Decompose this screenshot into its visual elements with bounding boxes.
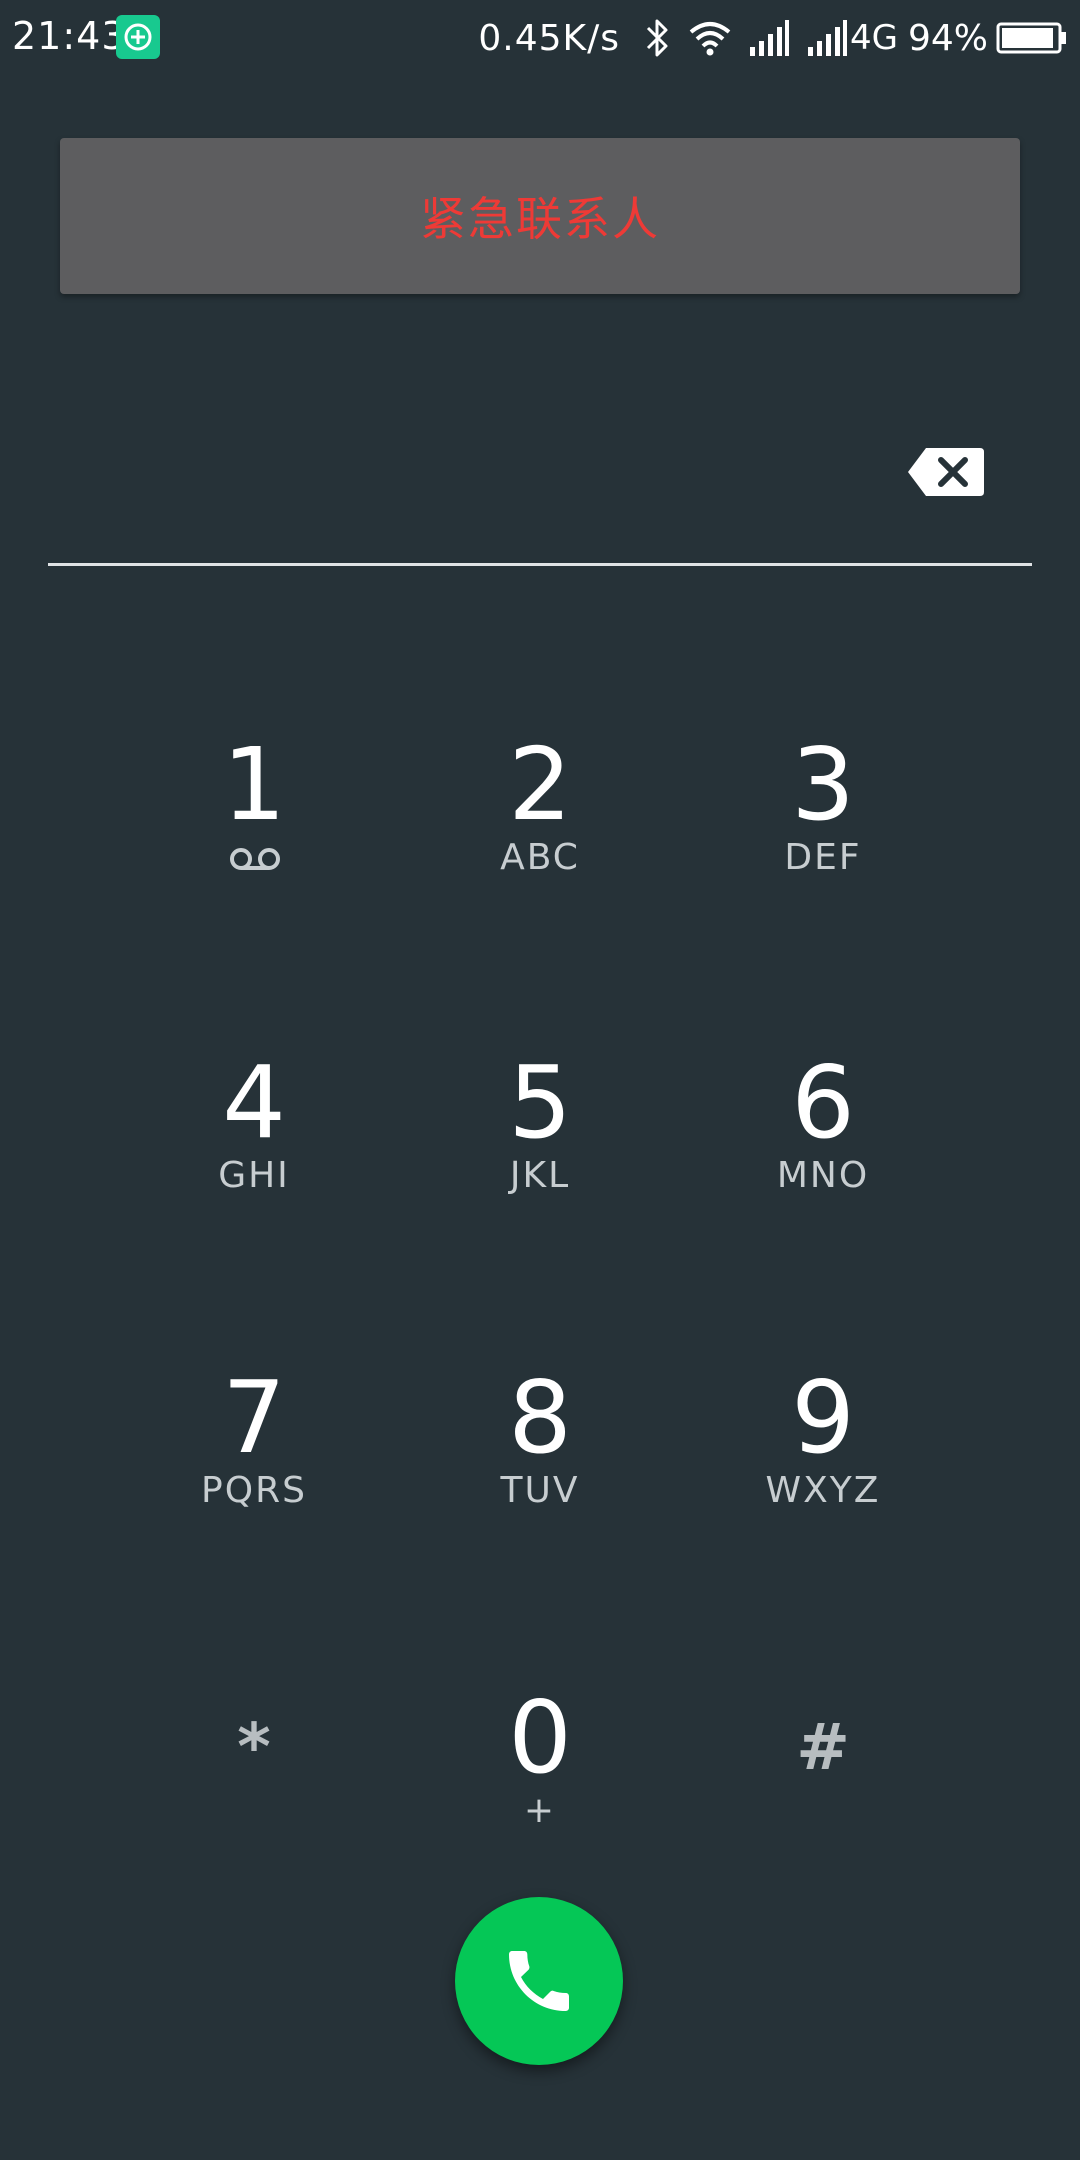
key-letters: DEF — [784, 837, 862, 878]
key-6[interactable]: 6 MNO — [713, 1048, 933, 1248]
key-digit: * — [237, 1711, 271, 1785]
net-speed: 0.45K/s — [478, 17, 620, 59]
key-3[interactable]: 3 DEF — [713, 730, 933, 930]
key-digit: # — [796, 1711, 850, 1785]
dial-number-input[interactable] — [48, 400, 908, 540]
key-letters: GHI — [218, 1155, 290, 1196]
phone-icon — [509, 1951, 569, 2011]
key-digit: 5 — [508, 1044, 572, 1161]
key-digit: 8 — [508, 1359, 572, 1476]
key-letters: JKL — [509, 1155, 571, 1196]
key-letters: MNO — [776, 1155, 870, 1196]
voicemail-icon — [229, 846, 281, 876]
key-letters: + — [523, 1790, 557, 1831]
key-hash[interactable]: # — [713, 1683, 933, 1883]
dial-keypad: 1 2 ABC 3 DEF 4 GHI 5 JKL 6 MNO 7 PQRS 8… — [0, 0, 1080, 2160]
key-0[interactable]: 0 + — [430, 1683, 650, 1883]
status-bar: 21:43 0.45K/s 4G 94% — [0, 0, 1080, 76]
battery-icon — [996, 21, 1068, 55]
wifi-icon — [688, 18, 732, 58]
key-7[interactable]: 7 PQRS — [144, 1363, 364, 1563]
key-digit: 9 — [791, 1359, 855, 1476]
key-8[interactable]: 8 TUV — [430, 1363, 650, 1563]
key-letters: WXYZ — [765, 1470, 881, 1511]
key-1[interactable]: 1 — [144, 730, 364, 930]
app-notification-icon — [116, 15, 160, 59]
key-digit: 7 — [222, 1359, 286, 1476]
key-digit: 4 — [222, 1044, 286, 1161]
battery-percent: 94% — [907, 17, 988, 59]
key-5[interactable]: 5 JKL — [430, 1048, 650, 1248]
key-star[interactable]: * — [144, 1683, 364, 1883]
network-type: 4G — [850, 18, 898, 58]
key-letters: TUV — [500, 1470, 580, 1511]
emergency-contact-button[interactable]: 紧急联系人 — [60, 138, 1020, 294]
key-2[interactable]: 2 ABC — [430, 730, 650, 930]
emergency-contact-label: 紧急联系人 — [420, 192, 660, 246]
bluetooth-icon — [642, 16, 672, 60]
key-4[interactable]: 4 GHI — [144, 1048, 364, 1248]
key-digit: 1 — [222, 726, 286, 843]
dialer-screen: 21:43 0.45K/s 4G 94% 紧急联系人 1 2 ABC 3 DEF… — [0, 0, 1080, 2160]
input-divider — [48, 563, 1032, 566]
key-digit: 3 — [791, 726, 855, 843]
key-9[interactable]: 9 WXYZ — [713, 1363, 933, 1563]
backspace-button[interactable] — [906, 440, 986, 504]
status-right: 0.45K/s 4G 94% — [478, 12, 1068, 64]
status-time: 21:43 — [12, 14, 127, 58]
key-digit: 2 — [508, 726, 572, 843]
signal-icon — [748, 19, 790, 57]
signal-icon-secondary — [806, 19, 848, 57]
backspace-icon — [908, 448, 984, 496]
key-digit: 0 — [508, 1679, 572, 1796]
key-letters: ABC — [500, 837, 580, 878]
call-button[interactable] — [455, 1897, 623, 2065]
key-letters: PQRS — [201, 1470, 307, 1511]
key-digit: 6 — [791, 1044, 855, 1161]
